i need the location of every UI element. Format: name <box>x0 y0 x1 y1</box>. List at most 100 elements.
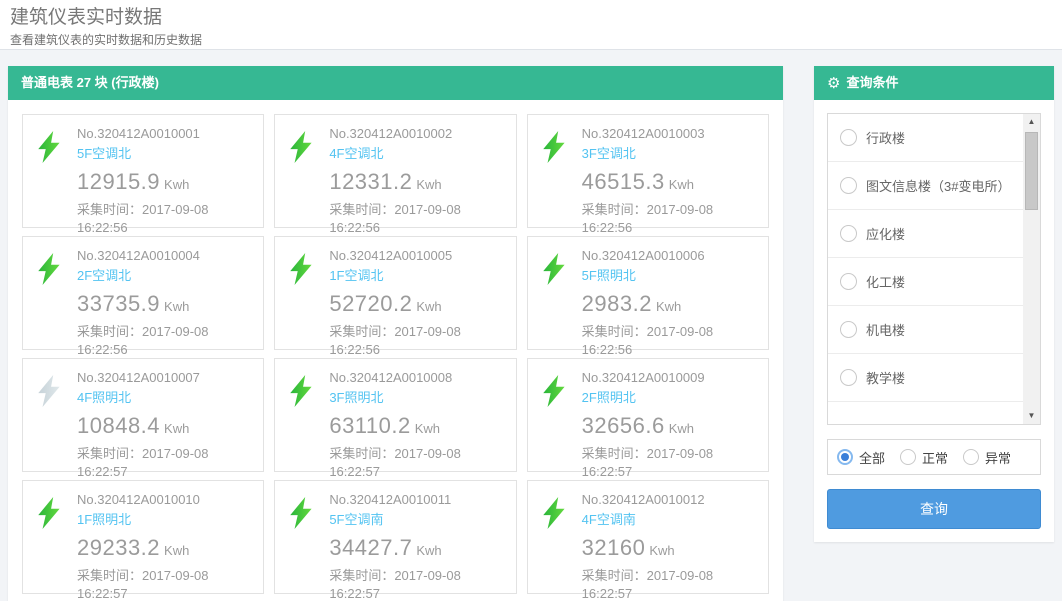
meter-card-info: No.320412A0010008 3F照明北 63110.2Kwh 采集时间：… <box>329 369 461 461</box>
building-option[interactable]: 图文信息楼（3#变电所） <box>828 162 1023 210</box>
meter-name-link[interactable]: 5F空调南 <box>329 511 461 530</box>
meter-name-link[interactable]: 3F空调北 <box>582 145 714 164</box>
building-option[interactable]: 行政楼 <box>828 114 1023 162</box>
meter-card-info: No.320412A0010004 2F空调北 33735.9Kwh 采集时间：… <box>77 247 209 339</box>
meter-card-grid: No.320412A0010001 5F空调北 12915.9Kwh 采集时间：… <box>22 114 769 594</box>
collect-time-line: 16:22:57 <box>329 585 461 601</box>
meter-card: No.320412A0010007 4F照明北 10848.4Kwh 采集时间：… <box>22 358 264 472</box>
lightning-bolt-icon <box>289 375 317 461</box>
meter-name-link[interactable]: 1F空调北 <box>329 267 461 286</box>
meter-card: No.320412A0010003 3F空调北 46515.3Kwh 采集时间：… <box>527 114 769 228</box>
meter-reading: 32160Kwh <box>582 532 714 564</box>
page-header: 建筑仪表实时数据 查看建筑仪表的实时数据和历史数据 <box>0 0 1062 50</box>
meter-number: No.320412A0010011 <box>329 491 461 510</box>
radio-button-icon[interactable] <box>837 449 853 465</box>
meter-name-link[interactable]: 3F照明北 <box>329 389 461 408</box>
status-option[interactable]: 异常 <box>963 448 1011 467</box>
building-option-label: 教学楼 <box>866 368 905 387</box>
collect-date-line: 采集时间：2017-09-08 <box>329 201 461 220</box>
meter-unit: Kwh <box>164 421 189 436</box>
radio-button-icon[interactable] <box>840 369 857 386</box>
meter-name-link[interactable]: 4F照明北 <box>77 389 209 408</box>
meter-card-info: No.320412A0010012 4F空调南 32160Kwh 采集时间：20… <box>582 491 714 583</box>
status-option-label: 正常 <box>922 448 948 467</box>
meter-card: No.320412A0010002 4F空调北 12331.2 Kwh 采集时间：… <box>274 114 516 228</box>
meter-unit: Kwh <box>415 421 440 436</box>
meter-value: 12331.2 <box>329 169 412 194</box>
meters-panel-header: 普通电表 27 块 (行政楼) <box>8 66 783 100</box>
meter-name-link[interactable]: 1F照明北 <box>77 511 209 530</box>
meter-value: 34427.7 <box>329 535 412 560</box>
lightning-bolt-icon <box>37 253 65 339</box>
meter-card: No.320412A0010006 5F照明北 2983.2Kwh 采集时间：2… <box>527 236 769 350</box>
radio-button-icon[interactable] <box>840 321 857 338</box>
radio-button-icon[interactable] <box>840 225 857 242</box>
meter-name-link[interactable]: 2F照明北 <box>582 389 714 408</box>
collect-date-line: 采集时间：2017-09-08 <box>329 567 461 586</box>
meter-value: 29233.2 <box>77 535 160 560</box>
meter-number: No.320412A0010010 <box>77 491 209 510</box>
meter-card: No.320412A0010011 5F空调南 34427.7 Kwh 采集时间：… <box>274 480 516 594</box>
building-option[interactable]: 应化楼 <box>828 210 1023 258</box>
meter-card-info: No.320412A0010003 3F空调北 46515.3Kwh 采集时间：… <box>582 125 714 217</box>
meter-number: No.320412A0010002 <box>329 125 461 144</box>
scroll-down-arrow[interactable]: ▼ <box>1023 408 1040 424</box>
meter-name-link[interactable]: 2F空调北 <box>77 267 209 286</box>
radio-button-icon[interactable] <box>840 177 857 194</box>
collect-time: 采集时间：2017-09-08 16:22:57 <box>582 567 714 601</box>
status-filter-group: 全部 正常异常 <box>827 439 1041 475</box>
collect-time: 采集时间：2017-09-08 16:22:57 <box>582 445 714 483</box>
meter-name-link[interactable]: 4F空调南 <box>582 511 714 530</box>
meter-name-link[interactable]: 5F空调北 <box>77 145 209 164</box>
query-button[interactable]: 查询 <box>827 489 1041 529</box>
meter-reading: 33735.9Kwh <box>77 288 209 320</box>
meter-value: 63110.2 <box>329 413 410 438</box>
meter-value: 10848.4 <box>77 413 160 438</box>
status-option-label: 全部 <box>859 448 885 467</box>
meter-unit: Kwh <box>416 543 441 558</box>
collect-date-line: 采集时间：2017-09-08 <box>582 567 714 586</box>
meter-number: No.320412A0010006 <box>582 247 714 266</box>
building-option-label: 行政楼 <box>866 128 905 147</box>
scrollbar-thumb[interactable] <box>1025 132 1038 210</box>
meter-unit: Kwh <box>669 177 694 192</box>
status-option[interactable]: 全部 <box>837 448 885 467</box>
query-panel-title: 查询条件 <box>846 66 898 100</box>
status-option[interactable]: 正常 <box>900 448 948 467</box>
meter-unit: Kwh <box>416 299 441 314</box>
building-option-label: 图文信息楼（3#变电所） <box>866 176 1010 195</box>
scrollbar[interactable]: ▲ ▼ <box>1023 114 1040 424</box>
radio-button-icon[interactable] <box>963 449 979 465</box>
collect-time: 采集时间：2017-09-08 16:22:56 <box>582 201 714 239</box>
meter-unit: Kwh <box>416 177 441 192</box>
building-option-label: 化工楼 <box>866 272 905 291</box>
meter-name-link[interactable]: 4F空调北 <box>329 145 461 164</box>
meter-card: No.320412A0010001 5F空调北 12915.9Kwh 采集时间：… <box>22 114 264 228</box>
query-panel-header: ⚙ 查询条件 <box>814 66 1054 100</box>
building-option[interactable]: 化工楼 <box>828 258 1023 306</box>
collect-time-line: 16:22:57 <box>582 585 714 601</box>
meter-number: No.320412A0010007 <box>77 369 209 388</box>
meter-number: No.320412A0010009 <box>582 369 714 388</box>
meter-value: 33735.9 <box>77 291 160 316</box>
meter-name-link[interactable]: 5F照明北 <box>582 267 714 286</box>
building-option[interactable]: 机电楼 <box>828 306 1023 354</box>
main-content: 普通电表 27 块 (行政楼) No.320412A0010001 5F空调北 … <box>0 50 1062 601</box>
meter-number: No.320412A0010012 <box>582 491 714 510</box>
collect-date-line: 采集时间：2017-09-08 <box>582 445 714 464</box>
scroll-up-arrow[interactable]: ▲ <box>1023 114 1040 130</box>
collect-time: 采集时间：2017-09-08 16:22:57 <box>329 567 461 601</box>
lightning-bolt-icon <box>542 253 570 339</box>
meters-panel-title: 普通电表 27 块 (行政楼) <box>21 66 159 100</box>
meter-reading: 12331.2 Kwh <box>329 166 461 198</box>
radio-button-icon[interactable] <box>840 129 857 146</box>
collect-date-line: 采集时间：2017-09-08 <box>582 323 714 342</box>
collect-time: 采集时间：2017-09-08 16:22:56 <box>329 201 461 239</box>
building-list: 行政楼图文信息楼（3#变电所） 应化楼化工楼机电楼教学楼 ▲ ▼ <box>827 113 1041 425</box>
radio-button-icon[interactable] <box>900 449 916 465</box>
meter-number: No.320412A0010008 <box>329 369 461 388</box>
meter-value: 12915.9 <box>77 169 160 194</box>
collect-date-line: 采集时间：2017-09-08 <box>77 201 209 220</box>
building-option[interactable]: 教学楼 <box>828 354 1023 402</box>
radio-button-icon[interactable] <box>840 273 857 290</box>
